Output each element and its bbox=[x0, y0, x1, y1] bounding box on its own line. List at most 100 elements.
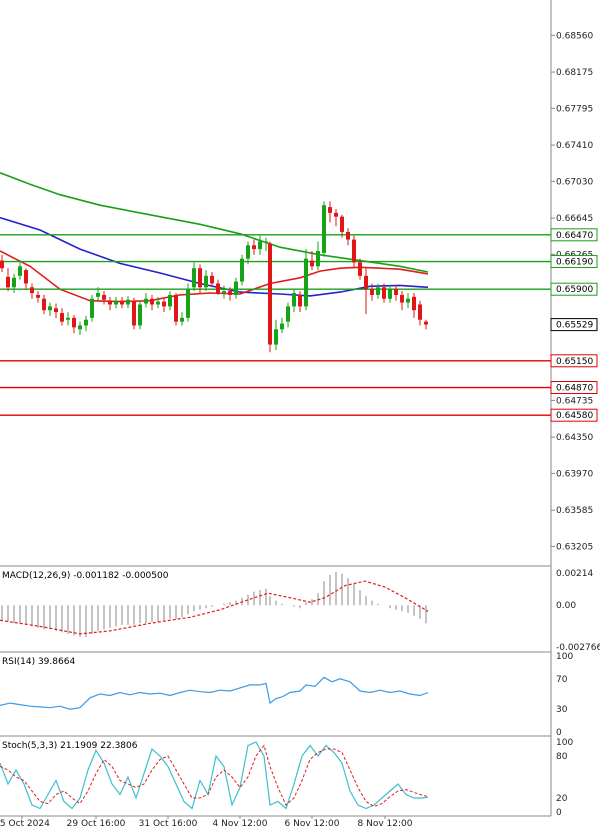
candle-body bbox=[316, 251, 320, 267]
current-price-label: 0.65529 bbox=[556, 321, 593, 331]
candle-body bbox=[0, 260, 4, 269]
price-tick-label: 0.64735 bbox=[556, 396, 593, 406]
candle-body bbox=[78, 325, 82, 330]
candle-body bbox=[54, 308, 58, 313]
candle-body bbox=[274, 329, 278, 345]
candle-body bbox=[388, 289, 392, 299]
candle-body bbox=[376, 287, 380, 295]
candle-body bbox=[268, 243, 272, 345]
candle-body bbox=[424, 321, 428, 325]
price-pane: 0.68560 0.68175 0.67795 0.67410 0.67030 0.666… bbox=[0, 31, 598, 552]
level-tag-label: 0.64870 bbox=[556, 384, 593, 394]
candle-body bbox=[222, 291, 226, 294]
moving-average-line bbox=[0, 172, 429, 273]
candle-body bbox=[246, 245, 250, 259]
candle-body bbox=[346, 231, 350, 240]
candle-body bbox=[180, 317, 184, 322]
time-axis: 25 Oct 2024 29 Oct 16:00 31 Oct 16:00 4 Nov… bbox=[0, 816, 413, 828]
candle-body bbox=[30, 287, 34, 294]
candle-body bbox=[198, 268, 202, 288]
candle-body bbox=[252, 245, 256, 250]
time-tick-label: 4 Nov 12:00 bbox=[213, 819, 268, 828]
candle-body bbox=[156, 301, 160, 305]
candle-body bbox=[36, 294, 40, 298]
pane-borders bbox=[0, 0, 552, 817]
time-tick-label: 31 Oct 16:00 bbox=[139, 819, 198, 828]
candle-body bbox=[394, 289, 398, 295]
price-tick-label: 0.67795 bbox=[556, 104, 593, 114]
price-tick-label: 0.64350 bbox=[556, 433, 593, 443]
price-tick-label: 0.67410 bbox=[556, 141, 593, 151]
candle-body bbox=[310, 260, 314, 267]
candle-body bbox=[400, 294, 404, 303]
candle-body bbox=[72, 317, 76, 328]
candle-body bbox=[24, 270, 28, 284]
candle-body bbox=[216, 283, 220, 294]
candle-body bbox=[114, 300, 118, 305]
candle-body bbox=[358, 262, 362, 276]
price-tick-label: 0.68175 bbox=[556, 68, 593, 78]
level-tag-label: 0.66470 bbox=[556, 231, 593, 241]
rsi-tick-label: 0 bbox=[556, 728, 562, 738]
rsi-tick-label: 30 bbox=[556, 705, 568, 715]
moving-average-line bbox=[0, 216, 429, 297]
level-tag-label: 0.64580 bbox=[556, 411, 593, 421]
candle-body bbox=[382, 287, 386, 299]
candle-body bbox=[304, 258, 308, 307]
candle-body bbox=[210, 275, 214, 284]
candle-body bbox=[192, 268, 196, 288]
candle-body bbox=[364, 275, 368, 290]
candle-body bbox=[6, 276, 10, 288]
stoch-d-line bbox=[0, 744, 429, 807]
rsi-line bbox=[0, 676, 429, 710]
price-tick-label: 0.63205 bbox=[556, 542, 593, 552]
macd-tick-label: 0.00 bbox=[556, 601, 576, 611]
candle-body bbox=[138, 304, 142, 326]
candle-body bbox=[298, 294, 302, 307]
candle-body bbox=[102, 294, 106, 300]
price-tick-label: 0.67030 bbox=[556, 177, 593, 187]
candle-body bbox=[334, 212, 338, 217]
stoch-pane: Stoch(5,3,3) 21.1909 22.3806 100 80 20 0 bbox=[0, 738, 573, 818]
candle-body bbox=[150, 298, 154, 305]
candle-body bbox=[18, 266, 22, 276]
candle-body bbox=[264, 241, 268, 243]
rsi-tick-label: 70 bbox=[556, 675, 568, 685]
candle-body bbox=[66, 317, 70, 320]
level-tag-label: 0.65900 bbox=[556, 285, 593, 295]
candle-body bbox=[240, 258, 244, 282]
candle-body bbox=[174, 294, 178, 322]
price-tick-label: 0.66645 bbox=[556, 214, 593, 224]
candle-body bbox=[84, 319, 88, 326]
stoch-label: Stoch(5,3,3) 21.1909 22.3806 bbox=[2, 741, 138, 751]
candle-body bbox=[60, 313, 64, 322]
stoch-tick-label: 0 bbox=[556, 808, 562, 818]
time-tick-label: 29 Oct 16:00 bbox=[67, 819, 126, 828]
candle-body bbox=[286, 306, 290, 322]
candle-body bbox=[90, 298, 94, 318]
candle-body bbox=[292, 293, 296, 307]
time-tick-label: 25 Oct 2024 bbox=[0, 819, 50, 828]
candle-body bbox=[418, 304, 422, 320]
time-tick-label: 6 Nov 12:00 bbox=[285, 819, 340, 828]
rsi-pane: RSI(14) 39.8664 100 70 30 0 bbox=[0, 652, 573, 738]
price-tick-label: 0.63585 bbox=[556, 506, 593, 516]
candle-body bbox=[42, 298, 46, 311]
macd-pane: MACD(12,26,9) -0.001182 -0.000500 0.00214… bbox=[0, 569, 600, 653]
candle-body bbox=[120, 300, 124, 305]
candle-body bbox=[352, 239, 356, 263]
candle-body bbox=[370, 289, 374, 295]
candle-body bbox=[234, 281, 238, 295]
candle-body bbox=[328, 207, 332, 213]
candle-body bbox=[126, 299, 130, 305]
candle-body bbox=[144, 298, 148, 304]
candle-body bbox=[204, 275, 208, 288]
macd-tick-label: 0.00214 bbox=[556, 569, 593, 579]
macd-signal-line bbox=[0, 580, 429, 635]
candle-body bbox=[406, 298, 410, 303]
level-tag-label: 0.66190 bbox=[556, 258, 593, 268]
stoch-tick-label: 100 bbox=[556, 738, 573, 748]
candle-body bbox=[108, 300, 112, 305]
candle-body bbox=[186, 289, 190, 318]
trading-chart: 0.68560 0.68175 0.67795 0.67410 0.67030 0.666… bbox=[0, 0, 600, 828]
